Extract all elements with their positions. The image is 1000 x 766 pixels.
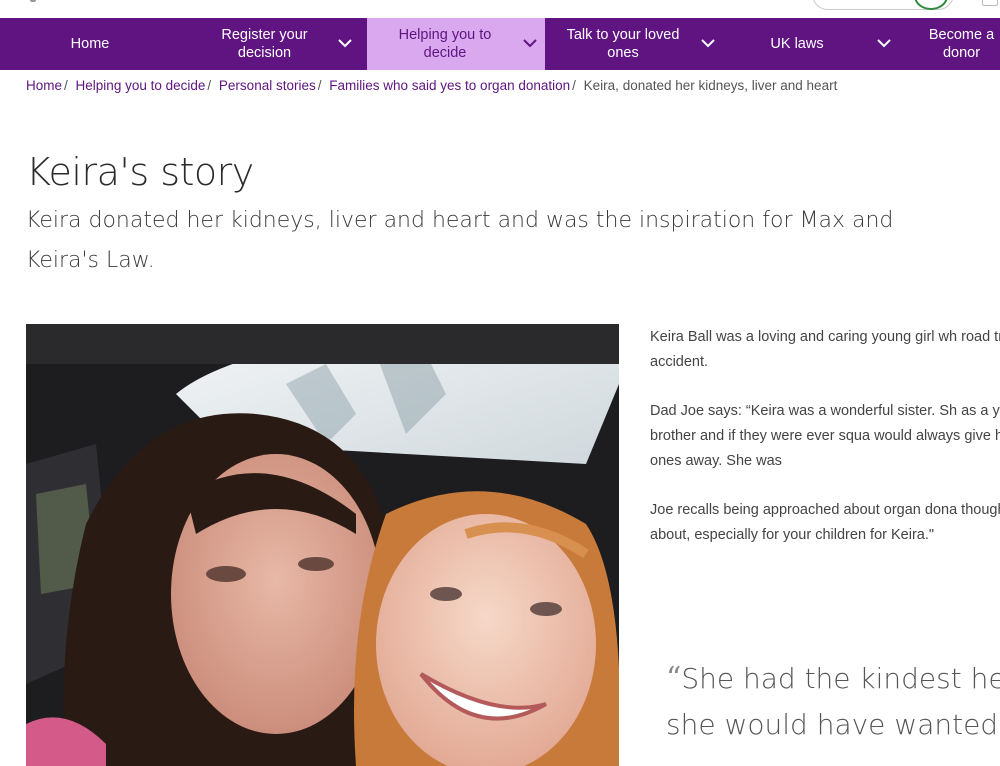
chevron-down-icon[interactable] [523, 38, 537, 48]
breadcrumb-current: Keira, donated her kidneys, liver and he… [583, 78, 838, 93]
nav-item-label: Register your decision [221, 27, 308, 61]
breadcrumb-link-families[interactable]: Families who said yes to organ donation [329, 78, 570, 93]
nav-item-register-your-decision[interactable]: Register your decision [180, 18, 367, 70]
breadcrumb-link-personal-stories[interactable]: Personal stories [219, 78, 316, 93]
page: Home Register your decision Helping you … [0, 0, 1000, 766]
quote-line-2: she would have wanted t [666, 708, 1000, 741]
nav-item-label: UK laws [770, 36, 824, 52]
story-photo [26, 324, 619, 766]
nav-item-uk-laws[interactable]: UK laws [723, 18, 901, 70]
quote-line-1: She had the kindest he [681, 662, 1000, 695]
logo-fragment [30, 0, 36, 2]
story-body: Keira Ball was a loving and caring young… [650, 325, 1000, 572]
pull-quote: “She had the kindest he she would have w… [666, 656, 1000, 748]
nav-item-home[interactable]: Home [0, 18, 180, 70]
nav-item-label: Talk to your loved ones [566, 27, 680, 61]
breadcrumb-link-home[interactable]: Home [26, 78, 62, 93]
page-title: Keira's story [26, 150, 254, 194]
menu-icon[interactable] [982, 0, 998, 6]
chevron-down-icon[interactable] [701, 38, 715, 48]
chevron-down-icon[interactable] [877, 38, 891, 48]
chevron-down-icon[interactable] [338, 38, 352, 48]
nav-item-talk-to-your-loved-ones[interactable]: Talk to your loved ones [545, 18, 723, 70]
nav-item-label: Home [70, 36, 110, 52]
story-paragraph: Keira Ball was a loving and caring young… [650, 329, 1000, 370]
nav-item-label: Become a donor [928, 27, 995, 61]
nav-item-label: Helping you to decide [398, 27, 492, 61]
header-strip [0, 0, 1000, 18]
story-paragraph: Dad Joe says: “Keira was a wonderful sis… [650, 403, 1000, 469]
breadcrumb-link-helping-you-to-decide[interactable]: Helping you to decide [76, 78, 206, 93]
nav-item-helping-you-to-decide[interactable]: Helping you to decide [367, 18, 545, 70]
story-paragraph: Joe recalls being approached about organ… [650, 502, 1000, 543]
nav-item-become-a-donor[interactable]: Become a donor [901, 18, 1000, 70]
main-nav: Home Register your decision Helping you … [0, 18, 1000, 70]
breadcrumb: Home / Helping you to decide / Personal st… [26, 78, 838, 93]
quote-mark: “ [666, 661, 682, 696]
page-subtitle: Keira donated her kidneys, liver and hea… [26, 208, 894, 273]
